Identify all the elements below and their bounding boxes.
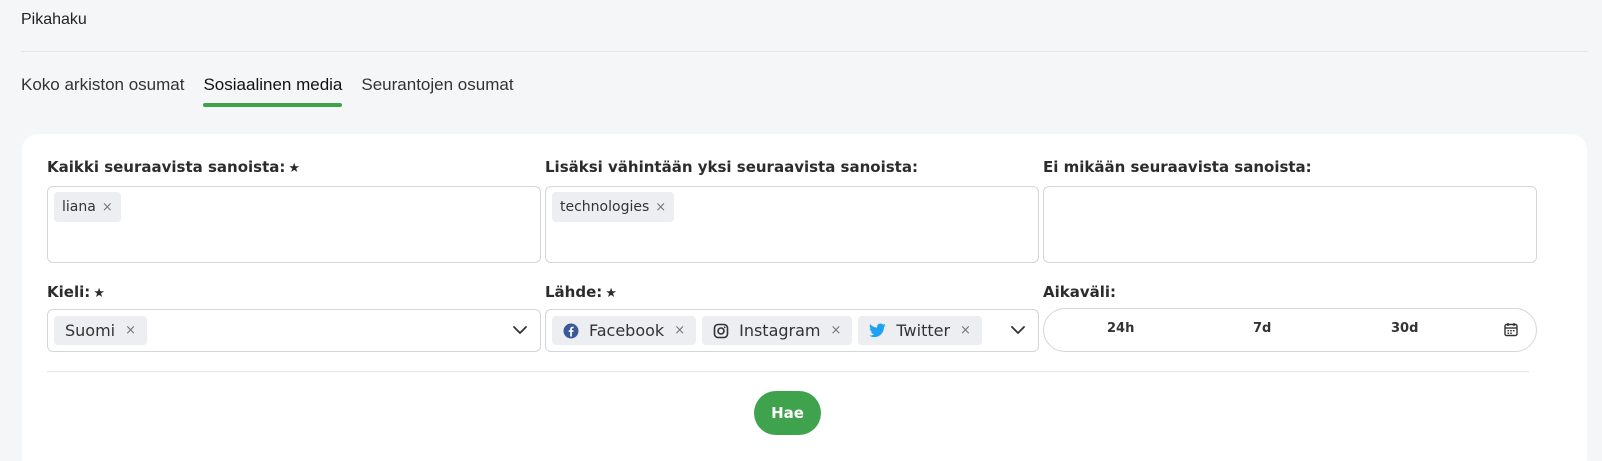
all-words-label: Kaikki seuraavista sanoista: ★ [47,158,300,176]
time-option-7d[interactable]: 7d [1253,321,1271,336]
time-range-label: Aikaväli: [1043,283,1117,301]
header-divider [21,51,1588,52]
tag-chip: liana × [54,192,121,222]
tab-social-media[interactable]: Sosiaalinen media [203,75,342,107]
facebook-icon [563,323,579,339]
tag-label: technologies [560,199,650,215]
time-range-selector: 24h 7d 30d [1043,308,1537,352]
search-button[interactable]: Hae [754,391,821,435]
all-words-input[interactable]: liana × [47,186,541,263]
any-words-input[interactable]: technologies × [545,186,1039,263]
instagram-icon [713,323,729,339]
any-words-label: Lisäksi vähintään yksi seuraavista sanoi… [545,158,918,176]
language-chip: Suomi × [54,316,148,345]
remove-source-icon[interactable]: × [674,323,685,338]
remove-source-icon[interactable]: × [831,323,842,338]
source-label-text: Lähde: [545,283,603,301]
language-label: Kieli: ★ [47,283,105,301]
tab-monitoring-hits[interactable]: Seurantojen osumat [361,75,513,103]
all-words-label-text: Kaikki seuraavista sanoista: [47,158,286,176]
page-title: Pikahaku [21,11,87,28]
search-form-card: Kaikki seuraavista sanoista: ★ Lisäksi vä… [22,134,1587,461]
time-option-30d[interactable]: 30d [1391,321,1418,336]
source-chip-facebook: Facebook × [552,316,697,345]
chevron-down-icon[interactable] [1010,322,1026,343]
remove-tag-icon[interactable]: × [655,200,666,215]
tag-label: liana [62,199,96,215]
calendar-icon[interactable] [1504,322,1518,342]
remove-tag-icon[interactable]: × [102,200,113,215]
source-chip-label: Twitter [896,321,951,340]
language-chip-label: Suomi [65,321,116,340]
source-chip-label: Facebook [589,321,665,340]
required-star-icon: ★ [93,286,105,301]
language-label-text: Kieli: [47,283,91,301]
form-divider [47,371,1529,372]
chevron-down-icon[interactable] [512,322,528,343]
time-option-24h[interactable]: 24h [1107,321,1134,336]
source-select[interactable]: Facebook × Instagram × Twitter × [545,309,1039,352]
language-select[interactable]: Suomi × [47,309,541,352]
tab-bar: Koko arkiston osumat Sosiaalinen media S… [21,75,514,107]
tag-chip: technologies × [552,192,675,222]
source-chip-label: Instagram [739,321,821,340]
source-chip-twitter: Twitter × [858,316,982,345]
none-words-label: Ei mikään seuraavista sanoista: [1043,158,1312,176]
source-chip-instagram: Instagram × [702,316,853,345]
required-star-icon: ★ [605,286,617,301]
remove-language-icon[interactable]: × [125,323,136,338]
remove-source-icon[interactable]: × [960,323,971,338]
tab-full-archive[interactable]: Koko arkiston osumat [21,75,184,103]
source-label: Lähde: ★ [545,283,617,301]
twitter-icon [869,323,887,338]
none-words-input[interactable] [1043,186,1537,263]
required-star-icon: ★ [288,161,301,176]
